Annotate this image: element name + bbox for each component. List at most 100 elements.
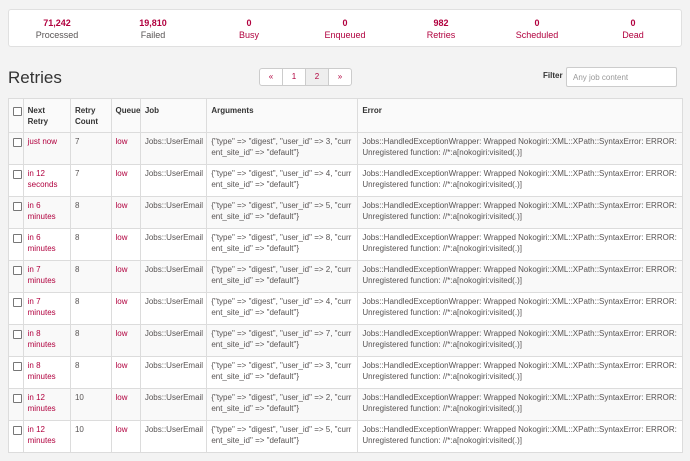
retry-count: 7 xyxy=(69,132,112,165)
stat-label: Processed xyxy=(35,30,79,40)
row-checkbox[interactable] xyxy=(13,234,22,243)
table-row: in 8 minutes 8 low Jobs::UserEmail {"type" =… xyxy=(8,324,683,357)
stat-retries[interactable]: 982 Retries xyxy=(393,10,489,46)
row-select-cell xyxy=(8,292,24,325)
stat-label: Failed xyxy=(140,30,166,40)
pagination-first[interactable]: « xyxy=(260,69,283,85)
next-retry-link[interactable]: in 7 minutes xyxy=(22,260,71,293)
filter-input[interactable] xyxy=(566,67,677,87)
select-all-checkbox[interactable] xyxy=(13,107,22,116)
queue-link[interactable]: low xyxy=(110,228,141,261)
queue-link[interactable]: low xyxy=(110,356,141,389)
queue-link[interactable]: low xyxy=(110,388,141,421)
job-class: Jobs::UserEmail xyxy=(139,388,208,421)
row-checkbox[interactable] xyxy=(13,202,22,211)
stat-value: 982 xyxy=(433,18,449,28)
job-error: Jobs::HandledExceptionWrapper: Wrapped N… xyxy=(357,388,683,421)
header-arguments: Arguments xyxy=(206,98,359,133)
job-class: Jobs::UserEmail xyxy=(139,292,208,325)
filter-label: Filter xyxy=(543,71,563,80)
next-retry-link[interactable]: in 6 minutes xyxy=(22,228,71,261)
job-arguments: {"type" => "digest", "user_id" => 7, "cu… xyxy=(206,324,359,357)
row-checkbox[interactable] xyxy=(13,426,22,435)
retry-count: 8 xyxy=(69,260,112,293)
table-row: in 12 minutes 10 low Jobs::UserEmail {"type"… xyxy=(8,420,683,453)
retries-table: Next Retry Retry Count Queue Job Argumen… xyxy=(8,98,683,453)
queue-link[interactable]: low xyxy=(110,324,141,357)
job-arguments: {"type" => "digest", "user_id" => 3, "cu… xyxy=(206,132,359,165)
retry-count: 8 xyxy=(69,324,112,357)
header-select-all xyxy=(8,98,24,133)
page-title: Retries xyxy=(8,68,62,87)
row-checkbox[interactable] xyxy=(13,138,22,147)
table-row: in 8 minutes 8 low Jobs::UserEmail {"type" =… xyxy=(8,356,683,389)
stat-scheduled[interactable]: 0 Scheduled xyxy=(489,10,585,46)
row-checkbox[interactable] xyxy=(13,170,22,179)
queue-link[interactable]: low xyxy=(110,164,141,197)
next-retry-link[interactable]: in 12 minutes xyxy=(22,388,71,421)
table-row: just now 7 low Jobs::UserEmail {"type" => "d… xyxy=(8,132,683,165)
next-retry-link[interactable]: in 8 minutes xyxy=(22,324,71,357)
table-header-row: Next Retry Retry Count Queue Job Argumen… xyxy=(8,98,683,133)
row-select-cell xyxy=(8,260,24,293)
job-error: Jobs::HandledExceptionWrapper: Wrapped N… xyxy=(357,292,683,325)
row-checkbox[interactable] xyxy=(13,394,22,403)
row-select-cell xyxy=(8,420,24,453)
job-error: Jobs::HandledExceptionWrapper: Wrapped N… xyxy=(357,228,683,261)
stat-enqueued[interactable]: 0 Enqueued xyxy=(297,10,393,46)
stat-label[interactable]: Enqueued xyxy=(297,29,393,42)
job-class: Jobs::UserEmail xyxy=(139,420,208,453)
job-arguments: {"type" => "digest", "user_id" => 4, "cu… xyxy=(206,164,359,197)
stat-label[interactable]: Scheduled xyxy=(489,29,585,42)
table-row: in 7 minutes 8 low Jobs::UserEmail {"type" =… xyxy=(8,292,683,325)
row-select-cell xyxy=(8,132,24,165)
job-arguments: {"type" => "digest", "user_id" => 8, "cu… xyxy=(206,228,359,261)
next-retry-link[interactable]: just now xyxy=(22,132,71,165)
table-row: in 7 minutes 8 low Jobs::UserEmail {"type" =… xyxy=(8,260,683,293)
next-retry-link[interactable]: in 8 minutes xyxy=(22,356,71,389)
job-error: Jobs::HandledExceptionWrapper: Wrapped N… xyxy=(357,324,683,357)
pagination-page-2[interactable]: 2 xyxy=(306,69,329,85)
stat-label[interactable]: Busy xyxy=(201,29,297,42)
stat-value: 0 xyxy=(534,18,540,28)
retry-count: 10 xyxy=(69,420,112,453)
stat-label[interactable]: Retries xyxy=(393,29,489,42)
row-checkbox[interactable] xyxy=(13,266,22,275)
stat-value: 71,242 xyxy=(43,18,71,28)
job-arguments: {"type" => "digest", "user_id" => 2, "cu… xyxy=(206,388,359,421)
next-retry-link[interactable]: in 12 seconds xyxy=(22,164,71,197)
retry-count: 8 xyxy=(69,228,112,261)
row-checkbox[interactable] xyxy=(13,330,22,339)
job-class: Jobs::UserEmail xyxy=(139,260,208,293)
row-select-cell xyxy=(8,324,24,357)
queue-link[interactable]: low xyxy=(110,260,141,293)
job-arguments: {"type" => "digest", "user_id" => 5, "cu… xyxy=(206,420,359,453)
queue-link[interactable]: low xyxy=(110,292,141,325)
job-class: Jobs::UserEmail xyxy=(139,324,208,357)
job-error: Jobs::HandledExceptionWrapper: Wrapped N… xyxy=(357,196,683,229)
retry-count: 8 xyxy=(69,292,112,325)
next-retry-link[interactable]: in 6 minutes xyxy=(22,196,71,229)
stat-value: 0 xyxy=(342,18,348,28)
queue-link[interactable]: low xyxy=(110,132,141,165)
stat-busy[interactable]: 0 Busy xyxy=(201,10,297,46)
queue-link[interactable]: low xyxy=(110,196,141,229)
row-checkbox[interactable] xyxy=(13,362,22,371)
row-checkbox[interactable] xyxy=(13,298,22,307)
job-error: Jobs::HandledExceptionWrapper: Wrapped N… xyxy=(357,356,683,389)
stat-label[interactable]: Dead xyxy=(585,29,681,42)
job-error: Jobs::HandledExceptionWrapper: Wrapped N… xyxy=(357,420,683,453)
job-class: Jobs::UserEmail xyxy=(139,164,208,197)
pagination-last[interactable]: » xyxy=(329,69,351,85)
retry-count: 8 xyxy=(69,356,112,389)
next-retry-link[interactable]: in 12 minutes xyxy=(22,420,71,453)
retry-count: 7 xyxy=(69,164,112,197)
pagination-page-1[interactable]: 1 xyxy=(283,69,306,85)
queue-link[interactable]: low xyxy=(110,420,141,453)
stats-bar: 71,242 Processed 19,810 Failed 0 Busy 0 Enqueue… xyxy=(8,9,682,47)
next-retry-link[interactable]: in 7 minutes xyxy=(22,292,71,325)
row-select-cell xyxy=(8,228,24,261)
job-class: Jobs::UserEmail xyxy=(139,132,208,165)
header-queue: Queue xyxy=(110,98,141,133)
stat-dead[interactable]: 0 Dead xyxy=(585,10,681,46)
